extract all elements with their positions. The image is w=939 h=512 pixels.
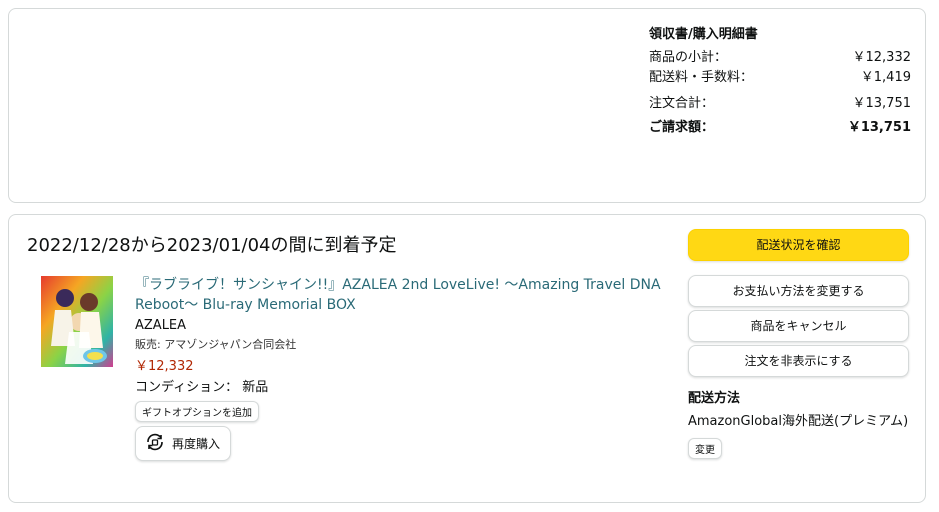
billed-amount-value: ￥13,751 [847, 120, 911, 135]
summary-row-total: 注文合計： ￥13,751 [649, 94, 911, 114]
summary-row-shipping: 配送料・手数料： ￥1,419 [649, 68, 911, 88]
product-price: ￥12,332 [135, 359, 194, 374]
buy-again-button[interactable]: 再度購入 [135, 426, 232, 461]
product-image[interactable] [41, 276, 113, 367]
order-total-label: 注文合計： [649, 96, 715, 111]
change-shipping-button[interactable]: 変更 [688, 438, 722, 459]
order-total-value: ￥13,751 [852, 96, 912, 111]
order-summary-card: 領収書/購入明細書 商品の小計： ￥12,332 配送料・手数料： ￥1,419… [8, 8, 926, 203]
product-brand: AZALEA [135, 318, 187, 333]
product-info: 『ラブライブ！サンシャイン!!』AZALEA 2nd LoveLive! ～Am… [135, 275, 665, 461]
buy-again-label: 再度購入 [172, 437, 221, 451]
change-payment-button[interactable]: お支払い方法を変更する [688, 275, 909, 307]
order-item-card: 2022/12/28から2023/01/04の間に到着予定 『ラブライブ！サンシ… [8, 214, 926, 503]
summary-row-billed: ご請求額： ￥13,751 [649, 118, 911, 138]
summary-row-subtotal: 商品の小計： ￥12,332 [649, 48, 911, 68]
condition-label: コンディション： [135, 380, 239, 395]
add-gift-option-button[interactable]: ギフトオプションを追加 [135, 401, 259, 422]
order-actions: 配送状況を確認 お支払い方法を変更する 商品をキャンセル 注文を非表示にする 配… [688, 229, 909, 459]
billed-amount-label: ご請求額： [649, 120, 715, 135]
subtotal-label: 商品の小計： [649, 50, 728, 65]
track-package-button[interactable]: 配送状況を確認 [688, 229, 909, 261]
buy-again-icon [144, 431, 166, 456]
hide-order-button[interactable]: 注文を非表示にする [688, 345, 909, 377]
product-condition: コンディション： 新品 [135, 376, 665, 395]
condition-value: 新品 [242, 380, 269, 395]
product-seller: 販売: アマゾンジャパン合同会社 [135, 338, 297, 351]
shipping-method-label: 配送方法 [688, 391, 741, 406]
cancel-item-button[interactable]: 商品をキャンセル [688, 310, 909, 342]
summary-title: 領収書/購入明細書 [649, 27, 758, 42]
shipping-method-value: AmazonGlobal海外配送(プレミアム) [688, 414, 909, 429]
delivery-estimate-title: 2022/12/28から2023/01/04の間に到着予定 [27, 235, 397, 256]
subtotal-value: ￥12,332 [852, 50, 912, 65]
shipping-fee-label: 配送料・手数料： [649, 70, 754, 85]
order-summary: 領収書/購入明細書 商品の小計： ￥12,332 配送料・手数料： ￥1,419… [649, 23, 911, 138]
product-title-link[interactable]: 『ラブライブ！サンシャイン!!』AZALEA 2nd LoveLive! ～Am… [135, 275, 665, 315]
shipping-fee-value: ￥1,419 [860, 70, 911, 85]
